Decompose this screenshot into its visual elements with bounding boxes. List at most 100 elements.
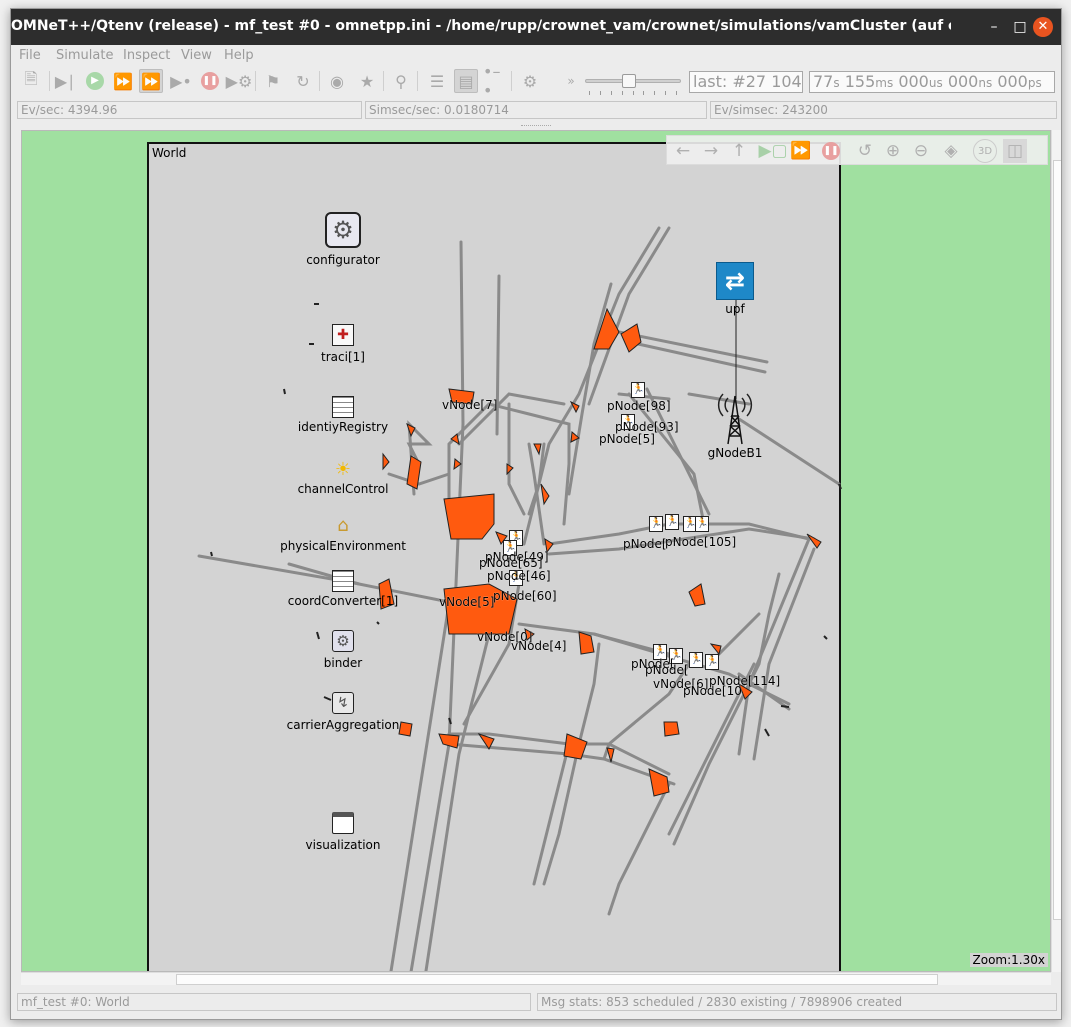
pedestrian-icon[interactable]: 🏃 <box>689 652 703 668</box>
back-arrow-icon[interactable]: ← <box>671 139 695 163</box>
gear-small-icon: ⚙ <box>332 630 354 652</box>
vnode-7-label[interactable]: vNode[7] <box>442 398 497 412</box>
run-icon[interactable]: ▶ <box>83 69 107 93</box>
upf-label: upf <box>725 302 745 316</box>
pedestrian-icon[interactable]: 🏃 <box>631 382 645 398</box>
switch-icon: ⇄ <box>716 262 754 300</box>
debug-next-icon[interactable]: ▶⚙ <box>226 69 253 93</box>
express-run-icon[interactable]: ⏩ <box>139 69 163 93</box>
carrier-aggregation-label: carrierAggregation <box>286 718 400 732</box>
minimize-button[interactable]: – <box>985 18 1003 36</box>
pnode-5-label[interactable]: pNode[5] <box>599 432 655 446</box>
vnode-4-label[interactable]: vNode[4] <box>511 639 566 653</box>
step-into-icon[interactable]: ▶▢ <box>758 139 787 163</box>
sun-icon: ☀ <box>334 459 352 480</box>
step-icon[interactable]: ▶∣ <box>53 69 77 93</box>
binder-label: binder <box>323 656 363 670</box>
table-icon <box>332 570 354 592</box>
bug-icon[interactable]: ★ <box>355 69 379 93</box>
lightning-icon: ↯ <box>332 692 354 714</box>
pnode-98-label[interactable]: pNode[98] <box>607 399 671 413</box>
pedestrian-icon[interactable]: 🏃 <box>695 516 709 532</box>
menu-simulate[interactable]: Simulate <box>56 48 113 63</box>
layout-toggle-icon[interactable]: ◫ <box>1003 139 1027 163</box>
gnodeb-module[interactable]: gNodeB1 <box>695 386 775 460</box>
speed-slider-thumb[interactable] <box>621 74 636 88</box>
module-canvas[interactable]: World ⚙ configurator ✚ traci[1] identiyR… <box>21 130 1051 972</box>
zoom-label: Zoom:1.30x <box>969 953 1048 967</box>
physical-environment-module[interactable]: ⌂ physicalEnvironment <box>273 516 413 554</box>
menu-view[interactable]: View <box>181 48 212 63</box>
ev-per-simsec: Ev/simsec: 243200 <box>710 101 1057 119</box>
route-icon: ✚ <box>332 324 354 346</box>
pnode-partial-label[interactable]: pNode[ <box>623 537 667 551</box>
binder-module[interactable]: ⚙ binder <box>303 630 383 670</box>
finish-flag-icon[interactable]: ⚑ <box>261 69 285 93</box>
forward-arrow-icon[interactable]: → <box>699 139 723 163</box>
pnode-partial-label[interactable]: pNode[ <box>645 663 689 677</box>
title-bar[interactable]: OMNeT++/Qtenv (release) - mf_test #0 - o… <box>11 9 1061 45</box>
pnode-partial-label[interactable]: pNode[10 <box>683 684 742 698</box>
traci-module[interactable]: ✚ traci[1] <box>303 324 383 364</box>
channel-control-module[interactable]: ☀ channelControl <box>283 459 403 497</box>
vertical-scrollbar[interactable] <box>1051 130 1061 972</box>
menu-inspect[interactable]: Inspect <box>123 48 170 63</box>
connect-icon[interactable]: •–• <box>483 62 507 100</box>
zoom-out-icon[interactable]: ⊖ <box>909 139 933 163</box>
pedestrian-icon[interactable]: 🏃 <box>665 514 679 530</box>
identity-registry-module[interactable]: identiyRegistry <box>293 396 393 434</box>
new-file-icon[interactable]: 🗎 <box>19 69 43 93</box>
window-icon <box>332 812 354 834</box>
traci-label: traci[1] <box>321 350 365 364</box>
visualization-module[interactable]: visualization <box>293 812 393 852</box>
search-icon[interactable]: ⚲ <box>389 69 413 93</box>
3d-view-icon[interactable]: 3D <box>973 139 997 163</box>
vertical-scroll-thumb[interactable] <box>1053 160 1061 920</box>
pnode-46-label[interactable]: pNode[46] <box>487 569 551 583</box>
record-icon[interactable]: ◉ <box>325 69 349 93</box>
timeline-icon[interactable]: ☰ <box>425 69 449 93</box>
rerender-icon[interactable]: ↺ <box>853 139 877 163</box>
gnodeb-label: gNodeB1 <box>707 446 763 460</box>
layout-icon[interactable]: ▤ <box>454 69 478 93</box>
speed-slider[interactable] <box>585 74 681 95</box>
pnode-60-label[interactable]: pNode[60] <box>493 589 557 603</box>
world-area[interactable]: World ⚙ configurator ✚ traci[1] identiyR… <box>147 142 842 971</box>
simsec-per-sec: Simsec/sec: 0.0180714 <box>365 101 707 119</box>
preferences-gear-icon[interactable]: ⚙ <box>518 69 542 93</box>
close-button[interactable]: ✕ <box>1033 17 1053 37</box>
fast-run-icon[interactable]: ⏩ <box>111 69 135 93</box>
layers-icon[interactable]: ◈ <box>939 139 963 163</box>
menu-help[interactable]: Help <box>224 48 254 63</box>
menu-file[interactable]: File <box>19 48 41 63</box>
pnode-65-label[interactable]: pNode[65] <box>479 556 543 570</box>
horizontal-scroll-thumb[interactable] <box>176 974 938 985</box>
pnode-105-label[interactable]: pNode[105] <box>665 535 736 549</box>
horizontal-scrollbar[interactable] <box>21 972 1051 985</box>
fast-step-icon[interactable]: ⏩ <box>789 139 813 163</box>
stop-icon[interactable]: ❚❚ <box>198 69 222 93</box>
qtenv-window: OMNeT++/Qtenv (release) - mf_test #0 - o… <box>10 8 1062 1020</box>
configurator-module[interactable]: ⚙ configurator <box>303 212 383 267</box>
pedestrian-icon[interactable]: 🏃 <box>649 516 663 532</box>
identity-registry-label: identiyRegistry <box>297 420 389 434</box>
physical-environment-label: physicalEnvironment <box>280 539 406 553</box>
splitter-handle[interactable] <box>11 123 1061 129</box>
vnode-5-label[interactable]: vNode[5] <box>439 595 494 609</box>
maximize-button[interactable]: □ <box>1011 18 1029 36</box>
rebuild-icon[interactable]: ↻ <box>291 69 315 93</box>
up-arrow-icon[interactable]: ↑ <box>727 139 751 163</box>
antenna-tower-icon <box>715 386 755 446</box>
coord-converter-label: coordConverter[1] <box>287 594 399 608</box>
gear-icon: ⚙ <box>325 212 361 248</box>
overflow-chevron-icon[interactable]: » <box>559 69 583 93</box>
upf-module[interactable]: ⇄ upf <box>705 262 765 316</box>
carrier-aggregation-module[interactable]: ↯ carrierAggregation <box>273 692 413 732</box>
window-title: OMNeT++/Qtenv (release) - mf_test #0 - o… <box>11 18 951 34</box>
run-until-icon[interactable]: ▶• <box>169 69 193 93</box>
stop-module-icon[interactable]: ❚❚ <box>819 139 843 163</box>
ev-per-sec: Ev/sec: 4394.96 <box>17 101 362 119</box>
coord-converter-module[interactable]: coordConverter[1] <box>283 570 403 608</box>
pedestrian-icon[interactable]: 🏃 <box>705 654 719 670</box>
zoom-in-icon[interactable]: ⊕ <box>881 139 905 163</box>
